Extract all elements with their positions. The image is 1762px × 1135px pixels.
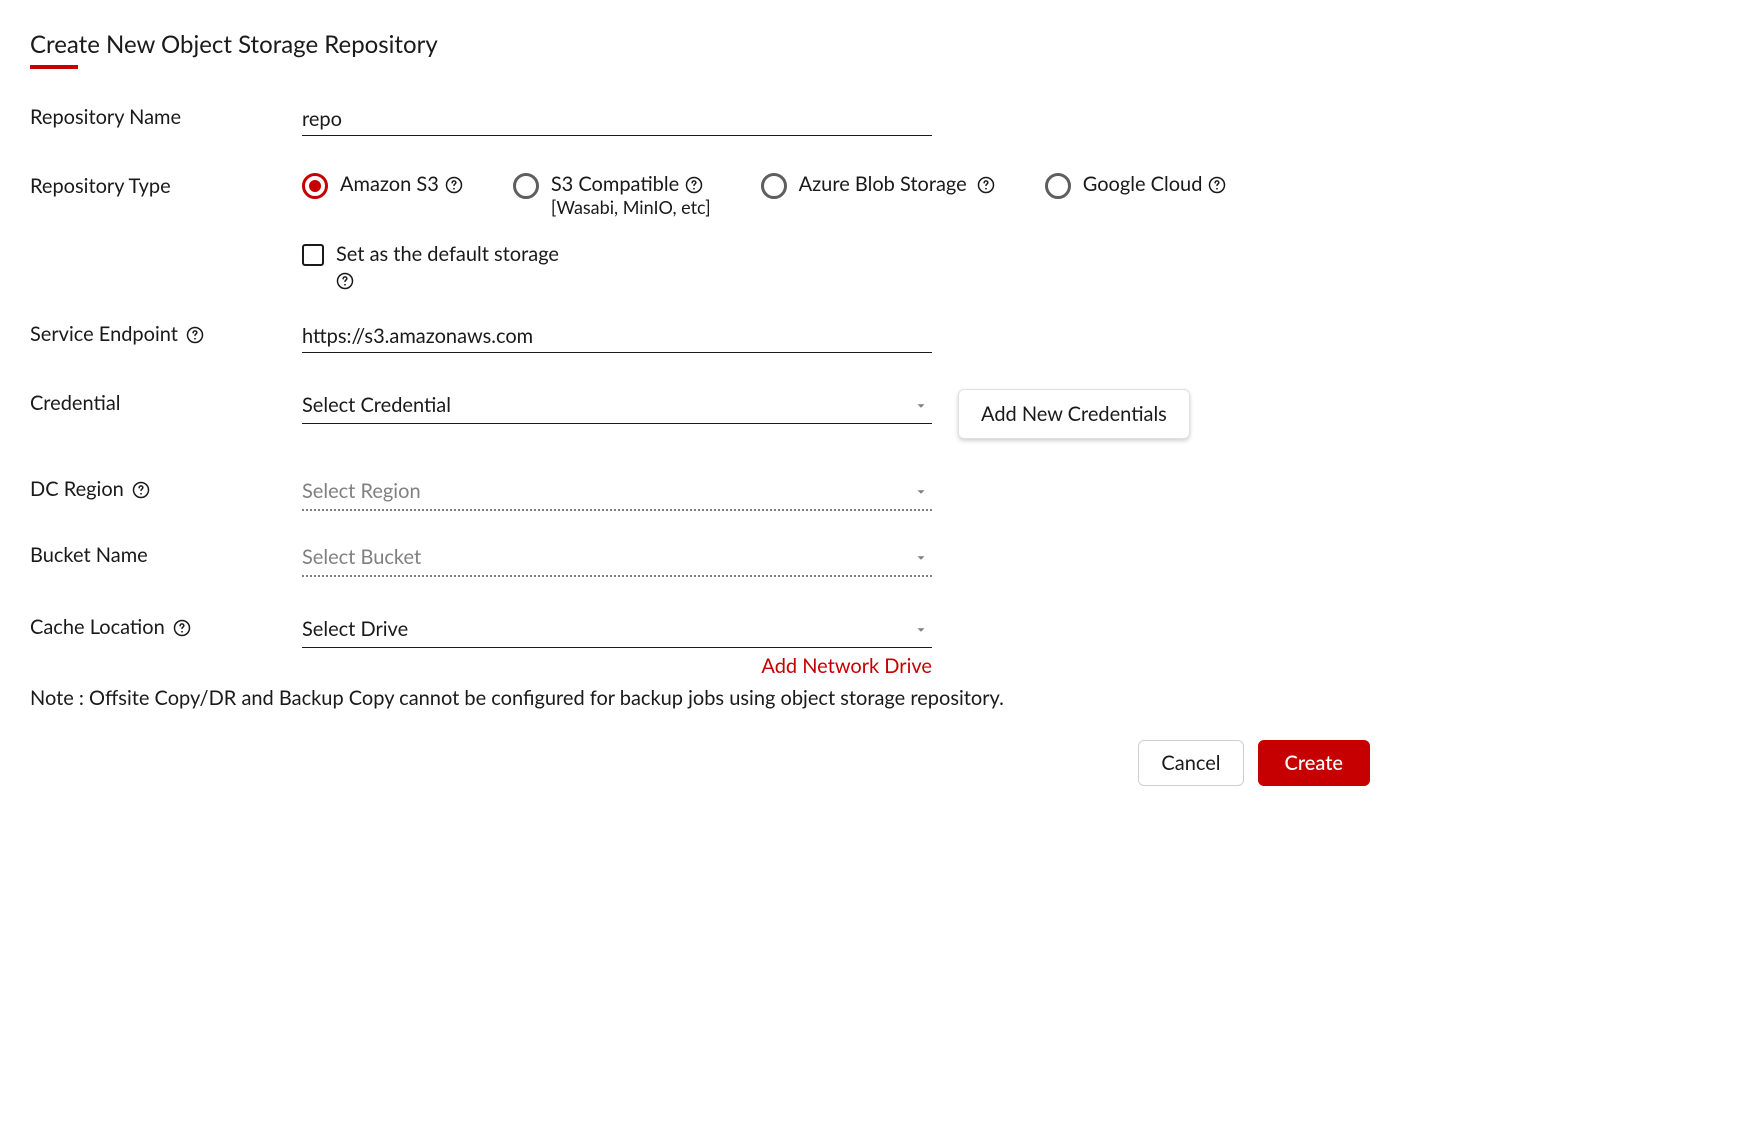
label-repository-type: Repository Type (30, 172, 302, 198)
note-text: Note : Offsite Copy/DR and Backup Copy c… (30, 686, 1732, 710)
repository-type-radio-group: Amazon S3 S3 Compatible [Wasabi, MinIO, … (302, 172, 1242, 218)
radio-sublabel: [Wasabi, MinIO, etc] (551, 196, 711, 218)
cache-location-select[interactable]: Select Drive (302, 613, 932, 648)
repository-name-input[interactable] (302, 103, 932, 136)
chevron-down-icon (914, 618, 928, 642)
help-icon[interactable] (173, 619, 191, 637)
add-network-drive-link[interactable]: Add Network Drive (302, 654, 932, 678)
label-repository-name: Repository Name (30, 103, 302, 129)
help-icon[interactable] (685, 176, 703, 194)
radio-s3-compatible[interactable]: S3 Compatible [Wasabi, MinIO, etc] (513, 172, 711, 218)
help-icon[interactable] (132, 481, 150, 499)
cancel-button[interactable]: Cancel (1138, 740, 1243, 786)
radio-amazon-s3[interactable]: Amazon S3 (302, 172, 463, 218)
label-credential: Credential (30, 389, 302, 415)
dc-region-select[interactable]: Select Region (302, 475, 932, 511)
chevron-down-icon (914, 546, 928, 570)
checkbox-label: Set as the default storage (336, 242, 559, 266)
label-cache-location: Cache Location (30, 613, 302, 639)
label-bucket-name: Bucket Name (30, 541, 302, 567)
radio-label: Azure Blob Storage (799, 172, 967, 196)
radio-google-cloud[interactable]: Google Cloud (1045, 172, 1227, 218)
default-storage-checkbox-row: Set as the default storage (302, 242, 1242, 290)
add-credentials-button[interactable]: Add New Credentials (958, 389, 1190, 439)
radio-label: Amazon S3 (340, 172, 439, 196)
page-title: Create New Object Storage Repository (30, 30, 438, 65)
radio-indicator (1045, 173, 1071, 199)
help-icon[interactable] (186, 326, 204, 344)
label-dc-region: DC Region (30, 475, 302, 501)
service-endpoint-input[interactable] (302, 320, 932, 353)
chevron-down-icon (914, 480, 928, 504)
label-service-endpoint: Service Endpoint (30, 320, 302, 346)
chevron-down-icon (914, 394, 928, 418)
default-storage-checkbox[interactable] (302, 244, 324, 266)
radio-azure-blob[interactable]: Azure Blob Storage (761, 172, 995, 218)
help-icon[interactable] (1208, 176, 1226, 194)
create-button[interactable]: Create (1258, 740, 1370, 786)
title-underline (30, 65, 78, 69)
radio-indicator (761, 173, 787, 199)
help-icon[interactable] (977, 176, 995, 194)
help-icon[interactable] (445, 176, 463, 194)
help-icon[interactable] (336, 272, 354, 290)
radio-label: Google Cloud (1083, 172, 1203, 196)
bucket-name-select[interactable]: Select Bucket (302, 541, 932, 577)
radio-label: S3 Compatible (551, 172, 679, 196)
radio-indicator (302, 173, 328, 199)
radio-indicator (513, 173, 539, 199)
credential-select[interactable]: Select Credential (302, 389, 932, 424)
